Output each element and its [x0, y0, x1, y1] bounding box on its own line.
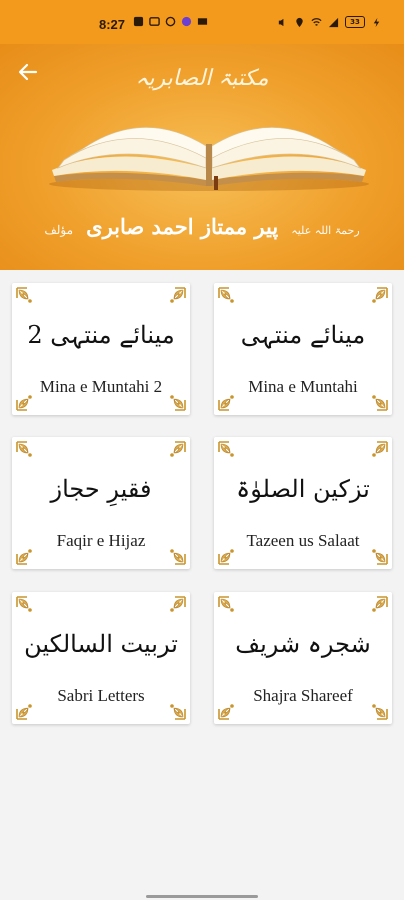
wifi-icon — [311, 17, 322, 26]
author-name: پیر ممتاز احمد صابری — [86, 214, 279, 239]
book-card-mina-e-muntahi[interactable]: مینائے منتہی Mina e Muntahi — [214, 283, 392, 415]
book-title-urdu: فقیرِ حجاز — [50, 475, 152, 503]
location-icon — [296, 17, 303, 27]
gallery-icon — [133, 16, 144, 27]
charging-icon — [373, 17, 380, 27]
book-title-urdu: مینائے منتہی — [240, 321, 366, 349]
system-icons: 33 — [277, 16, 382, 28]
ornament-corner-icon — [16, 596, 38, 618]
book-card-mina-e-muntahi-2[interactable]: مینائے منتہی 2 Mina e Muntahi 2 — [12, 283, 190, 415]
book-title-urdu: تربیت السالکین — [24, 630, 178, 658]
mute-icon — [278, 18, 284, 26]
book-title-english: Mina e Muntahi — [248, 377, 358, 396]
book-card-sabri-letters[interactable]: تربیت السالکین Sabri Letters — [12, 592, 190, 724]
book-title-english: Mina e Muntahi 2 — [39, 377, 163, 396]
home-indicator[interactable] — [146, 895, 258, 898]
open-book-image — [49, 127, 369, 191]
ornament-corner-icon — [164, 441, 186, 463]
ornament-corner-icon — [366, 596, 388, 618]
book-card-tazeen-us-salaat[interactable]: تزکین الصلوٰۃ Tazeen us Salaat — [214, 437, 392, 569]
author-line: رحمۃ اللہ علیہ پیر ممتاز احمد صابری مؤلف — [0, 214, 404, 239]
message-icon — [149, 17, 160, 26]
ornament-corner-icon — [366, 441, 388, 463]
ornament-corner-icon — [164, 287, 186, 309]
header-banner: مکتبۃ الصابریہ رحمۃ اللہ علیہ پیر ممتاز … — [0, 44, 404, 270]
ornament-corner-icon — [164, 596, 186, 618]
battery-icon: 33 — [345, 16, 365, 28]
notification-icons — [133, 16, 208, 27]
author-prefix: مؤلف — [44, 223, 74, 237]
book-card-faqir-e-hijaz[interactable]: فقیرِ حجاز Faqir e Hijaz — [12, 437, 190, 569]
book-title-english: Tazeen us Salaat — [246, 531, 360, 550]
ornament-corner-icon — [218, 287, 240, 309]
book-title-urdu: شجرہ شریف — [235, 630, 371, 658]
book-title-english: Shajra Shareef — [253, 686, 353, 705]
ornament-corner-icon — [218, 441, 240, 463]
app-logo-text: مکتبۃ الصابریہ — [135, 66, 269, 91]
ornament-corner-icon — [218, 596, 240, 618]
status-time: 8:27 — [99, 17, 126, 32]
book-title-urdu: تزکین الصلوٰۃ — [236, 475, 370, 503]
mail-icon — [197, 18, 208, 25]
author-honorific: رحمۃ اللہ علیہ — [291, 224, 360, 237]
ornament-corner-icon — [16, 287, 38, 309]
whatsapp-icon — [165, 16, 176, 27]
status-bar: 8:27 33 — [0, 0, 404, 44]
ornament-corner-icon — [16, 441, 38, 463]
signal-icon — [328, 17, 339, 27]
app-icon — [181, 16, 192, 27]
book-card-shajra-shareef[interactable]: شجرہ شریف Shajra Shareef — [214, 592, 392, 724]
book-title-english: Faqir e Hijaz — [56, 531, 146, 550]
book-title-english: Sabri Letters — [57, 686, 145, 705]
ornament-corner-icon — [366, 287, 388, 309]
book-title-urdu: مینائے منتہی 2 — [27, 321, 175, 349]
